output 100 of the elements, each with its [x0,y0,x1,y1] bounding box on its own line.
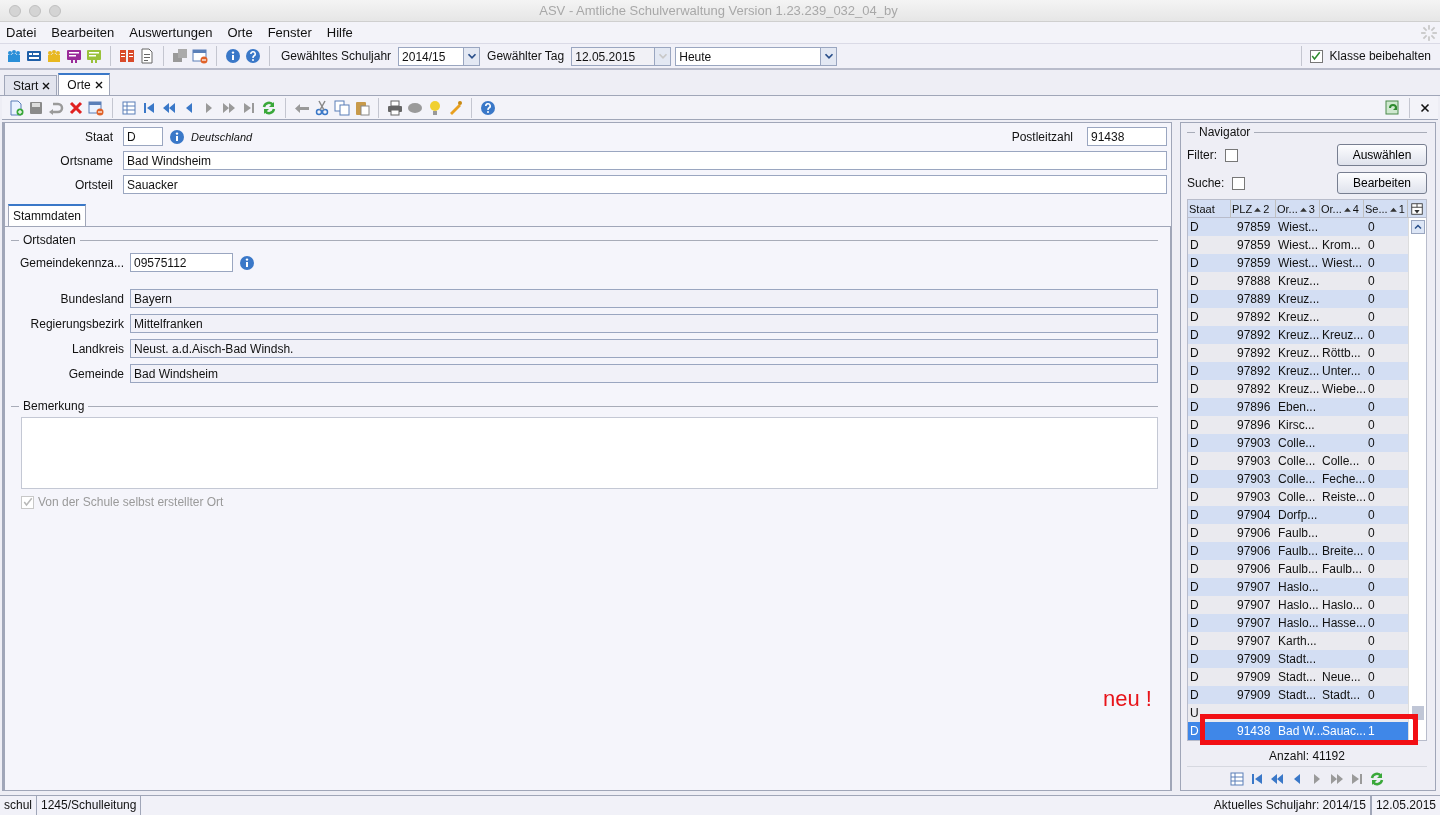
table-cell-text: 97859 [1236,237,1272,254]
table-row[interactable]: D 97892 Kreuz... Kreuz... 0 [1188,326,1408,344]
table-row[interactable]: D 97907 Haslo... Hasse... 0 [1188,614,1408,632]
first-icon[interactable] [1249,771,1265,787]
people-icon[interactable] [6,48,22,64]
table-cell-text: 0 [1367,291,1376,308]
window-icon[interactable] [88,99,104,116]
table-row[interactable]: D 97904 Dorfp... 0 [1188,506,1408,524]
table-row[interactable]: D 91438 Bad W...Sauac... 1 [1188,722,1408,740]
table-row[interactable]: D 97903 Colle... Reiste... 0 [1188,488,1408,506]
table-row[interactable]: D 97909 Stadt... Stadt... 0 [1188,686,1408,704]
tab[interactable]: Start [4,75,58,95]
check-icon [1310,50,1323,62]
table-cell-text: D [1189,543,1200,560]
refresh-icon[interactable] [261,99,277,116]
button[interactable]: Auswählen [1337,144,1427,166]
table-row[interactable]: D 97903 Colle... 0 [1188,434,1408,452]
info-icon[interactable] [169,128,185,145]
info-icon[interactable] [225,48,241,64]
button[interactable]: Bearbeiten [1337,172,1427,194]
table-cell-text: Neue... [1321,669,1362,686]
schuljahr-dropdown[interactable]: 2014/15 [398,46,481,66]
table-row[interactable]: D 97859 Wiest... Krom... 0 [1188,236,1408,254]
field-label: Ortsname [59,153,114,168]
table-row[interactable]: D 97906 Faulb... 0 [1188,524,1408,542]
table-row[interactable]: D 97903 Colle... Feche... 0 [1188,470,1408,488]
table-cell-text: Haslo... [1277,579,1320,596]
menu-item[interactable]: Datei [6,25,37,40]
table-cell-text: Faulb... [1277,561,1320,578]
table-row[interactable]: D 97859 Wiest... 0 [1188,218,1408,236]
plz-field[interactable]: 91438 [1087,127,1167,146]
table-icon[interactable] [1229,771,1245,787]
staat-field[interactable]: D [123,127,163,146]
table-row[interactable]: D 97907 Haslo... Haslo... 0 [1188,596,1408,614]
new-document-icon[interactable] [8,99,24,116]
input-field[interactable]: 09575112 [130,253,233,272]
scissors-icon[interactable] [314,99,330,116]
refresh-icon[interactable] [1369,771,1385,787]
table-row[interactable]: D 97909 Stadt... 0 [1188,650,1408,668]
help-icon[interactable] [245,48,261,64]
table-cell-text: 0 [1367,417,1376,434]
menu-item[interactable]: Hilfe [326,25,353,40]
last-icon[interactable] [1349,771,1365,787]
table-row[interactable]: D 97892 Kreuz... Unter... 0 [1188,362,1408,380]
tab[interactable]: Orte [58,73,110,95]
table-cell-text: 0 [1367,561,1376,578]
table-row[interactable]: D 97896 Eben... 0 [1188,398,1408,416]
checkbox[interactable] [1225,148,1238,162]
table-row[interactable]: D 97906 Faulb... Faulb... 0 [1188,560,1408,578]
menu-item[interactable]: Fenster [267,25,312,40]
windows-icon[interactable] [172,48,188,64]
table-row[interactable]: D 97892 Kreuz... Röttb... 0 [1188,344,1408,362]
table-cell-text: 0 [1367,543,1376,560]
printer-icon[interactable] [387,99,403,116]
status-text: 12.05.2015 [1370,796,1440,815]
heute-dropdown[interactable]: Heute [675,46,838,66]
window-icon[interactable] [192,48,208,64]
window-control-dot[interactable] [29,4,41,17]
fast-forward-icon[interactable] [1329,771,1345,787]
copy-icon[interactable] [334,99,350,116]
table-row[interactable]: D 97909 Stadt... Neue... 0 [1188,668,1408,686]
document-icon[interactable] [139,48,155,64]
column-chooser-icon[interactable] [1410,202,1424,216]
annotation-text: neu ! [1103,686,1152,712]
table-row[interactable]: D 97907 Karth... 0 [1188,632,1408,650]
table-row[interactable]: D 97903 Colle... Colle... 0 [1188,452,1408,470]
table-row[interactable]: D 97896 Kirsc... 0 [1188,416,1408,434]
table-row[interactable]: D 97906 Faulb... Breite... 0 [1188,542,1408,560]
table-icon[interactable] [121,99,137,116]
tab[interactable]: Stammdaten [8,204,87,226]
book-icon[interactable] [119,48,135,64]
refresh-icon[interactable] [1385,99,1401,116]
table-cell-text: 97906 [1236,525,1272,542]
checkbox[interactable] [1232,176,1246,190]
window-control-dot[interactable] [49,4,61,17]
menu-item[interactable]: Bearbeiten [51,25,115,40]
table-row[interactable]: D 97892 Kreuz... 0 [1188,308,1408,326]
paste-icon[interactable] [354,99,370,116]
table-row[interactable]: D 97888 Kreuz... 0 [1188,272,1408,290]
table-row[interactable]: D 97859 Wiest... Wiest... 0 [1188,254,1408,272]
board-icon[interactable] [66,48,82,64]
menu-item[interactable]: Orte [227,25,253,40]
table-row[interactable]: D 97907 Haslo... 0 [1188,578,1408,596]
status-text: Aktuelles Schuljahr: 2014/15 [1209,796,1371,815]
scrollbar[interactable] [1408,218,1426,740]
info-icon[interactable] [239,254,255,271]
lightbulb-icon[interactable] [427,99,443,116]
input-field[interactable]: Sauacker [123,175,1167,194]
menu-item[interactable]: Auswertungen [129,25,213,40]
remark-field[interactable] [21,417,1158,489]
save-icon[interactable] [28,99,44,116]
table-row[interactable]: D 97889 Kreuz... 0 [1188,290,1408,308]
fast-back-icon[interactable] [1269,771,1285,787]
delete-icon[interactable] [68,99,84,116]
klasse-checkbox[interactable] [1309,49,1323,63]
id-card-icon[interactable] [26,48,42,64]
table-row[interactable]: D 97892 Kreuz... Wiebe... 0 [1188,380,1408,398]
help-icon[interactable] [480,99,496,116]
window-control-dot[interactable] [9,4,21,17]
input-field[interactable]: Bad Windsheim [123,151,1167,170]
